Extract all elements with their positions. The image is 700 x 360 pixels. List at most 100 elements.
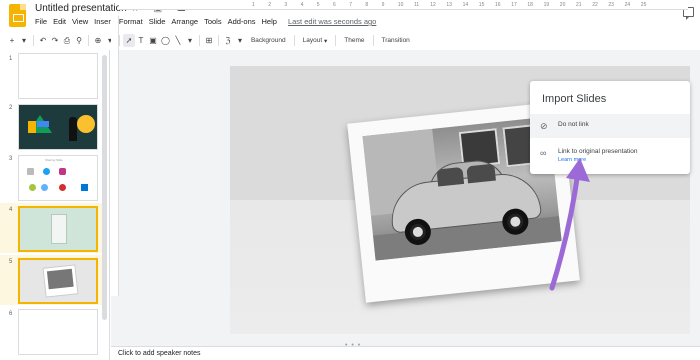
print-icon[interactable]: ⎙ bbox=[61, 34, 73, 47]
slide-thumbnail-1[interactable] bbox=[18, 53, 98, 99]
ruler-tick: 10 bbox=[397, 2, 404, 8]
toolbar-divider bbox=[372, 35, 374, 46]
slide-thumbnail-3[interactable]: Sharing Slide bbox=[18, 155, 98, 201]
slide-number: 1 bbox=[9, 56, 13, 62]
thumbnail-title: Sharing Slide bbox=[45, 158, 63, 162]
speaker-notes[interactable]: Click to add speaker notes bbox=[111, 346, 700, 360]
zoom-icon[interactable]: ⊕ bbox=[92, 34, 104, 47]
ruler-tick: 21 bbox=[576, 2, 582, 8]
slide-thumbnail-6[interactable] bbox=[18, 309, 98, 355]
slide-number: 5 bbox=[9, 259, 13, 265]
menu-arrange[interactable]: Arrange bbox=[171, 17, 198, 26]
redo-icon[interactable]: ↷ bbox=[49, 34, 61, 47]
menu-view[interactable]: View bbox=[72, 17, 88, 26]
undo-icon[interactable]: ↶ bbox=[37, 34, 49, 47]
menu-tools[interactable]: Tools bbox=[204, 17, 222, 26]
ruler-tick: 2 bbox=[268, 2, 271, 8]
line-dropdown-icon[interactable]: ▾ bbox=[184, 34, 196, 47]
shape-icon[interactable]: ◯ bbox=[159, 34, 172, 47]
annotation-arrow bbox=[549, 158, 590, 291]
textbox-icon[interactable]: T bbox=[135, 34, 147, 47]
menu-addons[interactable]: Add-ons bbox=[228, 17, 256, 26]
menu-slide[interactable]: Slide bbox=[149, 17, 166, 26]
apple-icon bbox=[59, 184, 66, 191]
ruler-tick: 1 bbox=[252, 2, 255, 8]
horizontal-ruler: 1 2 3 4 5 6 7 8 9 10 11 12 13 14 15 16 17 18 19 20 21 22 23 24 2… bbox=[119, 1, 688, 10]
toolbar-divider bbox=[88, 35, 89, 46]
last-edit-link[interactable]: Last edit was seconds ago bbox=[288, 17, 376, 26]
new-slide-button[interactable]: + bbox=[6, 34, 18, 47]
thumbnail-photo bbox=[42, 264, 79, 298]
filmstrip-scrollbar[interactable] bbox=[102, 55, 107, 320]
ruler-tick: 19 bbox=[543, 2, 550, 8]
unlink-icon: ⊘ bbox=[540, 121, 548, 131]
thinking-emoji-icon bbox=[77, 115, 95, 133]
twitter-icon bbox=[43, 168, 50, 175]
toolbar-divider bbox=[198, 35, 200, 46]
slide-number: 4 bbox=[9, 207, 13, 213]
slide-number: 2 bbox=[9, 105, 13, 111]
slide-number: 3 bbox=[9, 156, 13, 162]
slide-thumbnail-4[interactable] bbox=[18, 206, 98, 252]
car-window bbox=[466, 163, 496, 184]
menu-help[interactable]: Help bbox=[262, 17, 277, 26]
menu-file[interactable]: File bbox=[35, 17, 47, 26]
vertical-ruler bbox=[111, 16, 119, 296]
slide-thumbnail-5[interactable] bbox=[18, 258, 98, 304]
person-figure bbox=[69, 117, 77, 141]
slides-logo-icon[interactable] bbox=[9, 4, 26, 27]
document-title[interactable]: Untitled presentation bbox=[35, 3, 127, 14]
toolbar-divider bbox=[217, 35, 219, 46]
layout-button[interactable]: Layout ▾ bbox=[298, 34, 333, 47]
new-slide-dropdown-icon[interactable]: ▾ bbox=[18, 34, 30, 47]
speaker-notes-placeholder: Click to add speaker notes bbox=[118, 350, 201, 357]
ruler-tick: 13 bbox=[446, 2, 452, 8]
ruler-tick: 9 bbox=[381, 2, 385, 8]
toolbar-divider bbox=[335, 35, 337, 46]
toolbar: + ▾ ↶ ↷ ⎙ ⚲ ⊕ ▾ ➚ T ▣ ◯ ╲ ▾ ⊞ ℨ ▾ Backgr… bbox=[6, 32, 696, 49]
menu-edit[interactable]: Edit bbox=[53, 17, 66, 26]
ruler-tick: 18 bbox=[527, 2, 533, 8]
paint-format-icon[interactable]: ⚲ bbox=[73, 34, 85, 47]
ruler-tick: 17 bbox=[511, 2, 517, 8]
ruler-tick: 14 bbox=[462, 2, 469, 8]
ruler-tick: 11 bbox=[414, 2, 420, 8]
comment-add-icon[interactable]: ⊞ bbox=[203, 34, 215, 47]
windows-icon bbox=[81, 184, 88, 191]
toolbar-divider bbox=[33, 35, 34, 46]
option-label: Do not link bbox=[558, 121, 589, 128]
ruler-tick: 16 bbox=[495, 2, 501, 8]
theme-button[interactable]: Theme bbox=[339, 34, 369, 47]
ruler-tick: 6 bbox=[333, 2, 336, 8]
finder-icon bbox=[41, 184, 48, 191]
car-window bbox=[436, 166, 465, 187]
drive-logo-icon bbox=[28, 115, 52, 133]
ruler-tick: 8 bbox=[365, 2, 369, 8]
ruler-tick: 25 bbox=[640, 2, 647, 8]
slide-thumbnail-2[interactable] bbox=[18, 104, 98, 150]
select-tool-icon[interactable]: ➚ bbox=[123, 34, 135, 47]
toolbar-divider bbox=[293, 35, 295, 46]
thumbnail-card bbox=[51, 214, 67, 244]
slides-app: Untitled presentation ☆ ▣ ☁ File Edit Vi… bbox=[0, 0, 700, 360]
ruler-tick: 5 bbox=[316, 2, 320, 8]
ruler-tick: 22 bbox=[592, 2, 598, 8]
ruler-tick: 4 bbox=[300, 2, 304, 8]
instagram-icon bbox=[59, 168, 66, 175]
line-icon[interactable]: ╲ bbox=[172, 34, 184, 47]
image-icon[interactable]: ▣ bbox=[147, 34, 159, 47]
ruler-tick: 15 bbox=[478, 2, 485, 8]
slide-filmstrip: 1 2 3 Sharing Slide 4 5 6 bbox=[0, 50, 110, 360]
ruler-tick: 24 bbox=[624, 2, 631, 8]
transition-button[interactable]: Transition bbox=[377, 34, 415, 47]
transition-dropdown-icon[interactable]: ▾ bbox=[234, 34, 246, 47]
background-button[interactable]: Background bbox=[246, 34, 291, 47]
menu-format[interactable]: Format bbox=[119, 17, 143, 26]
popup-title: Import Slides bbox=[542, 93, 607, 105]
toolbar-divider bbox=[119, 35, 120, 46]
android-icon bbox=[29, 184, 36, 191]
do-not-link-option[interactable]: ⊘ Do not link bbox=[530, 114, 690, 138]
transition-icon[interactable]: ℨ bbox=[222, 34, 234, 47]
layout-label: Layout bbox=[302, 37, 323, 44]
slack-icon bbox=[27, 168, 34, 175]
